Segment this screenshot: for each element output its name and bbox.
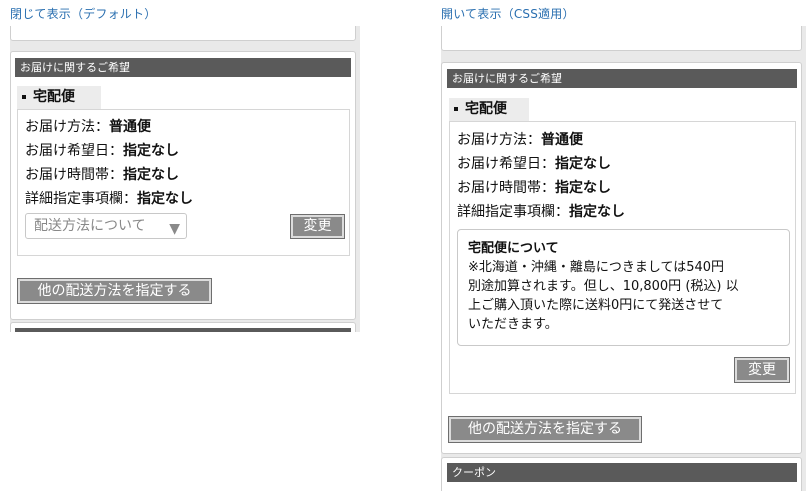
- row-value: 指定なし: [137, 191, 193, 207]
- tab-label: 宅配便: [33, 89, 75, 105]
- row-value: 指定なし: [569, 204, 625, 220]
- tab-takuhaibin[interactable]: 宅配便: [449, 98, 529, 121]
- change-button[interactable]: 変更: [290, 214, 345, 239]
- row-label: お届け希望日：: [457, 156, 555, 172]
- other-method-button[interactable]: 他の配送方法を指定する: [17, 278, 212, 304]
- row-value: 普通便: [109, 119, 151, 135]
- section-header: お届けに関するご希望: [447, 69, 797, 88]
- row-time: お届け時間帯：指定なし: [457, 177, 611, 197]
- change-button[interactable]: 変更: [734, 357, 790, 383]
- tab-label: 宅配便: [465, 101, 507, 117]
- caption-css-applied: 開いて表示（CSS適用）: [441, 7, 575, 21]
- row-time: お届け時間帯：指定なし: [25, 164, 179, 184]
- row-date: お届け希望日：指定なし: [25, 140, 179, 160]
- info-title: 宅配便について: [468, 241, 559, 256]
- row-label: 詳細指定事項欄：: [457, 204, 569, 220]
- row-method: お届け方法：普通便: [457, 129, 583, 149]
- row-value: 指定なし: [555, 180, 611, 196]
- row-notes: 詳細指定事項欄：指定なし: [457, 201, 625, 221]
- previous-section-block: [441, 26, 802, 51]
- preview-collapsed: お届けに関するご希望 宅配便 お届け方法：普通便 お届け希望日：指定なし お届け…: [10, 26, 360, 332]
- shipping-info-panel: 宅配便について ※北海道・沖縄・離島につきましては540円 別途加算されます。但…: [457, 229, 790, 346]
- next-section-block: [10, 322, 356, 332]
- section-header: お届けに関するご希望: [15, 58, 351, 77]
- shipping-info-toggle[interactable]: 配送方法について ▼: [25, 213, 187, 239]
- info-line: 上ご購入頂いた際に送料0円にて発送させて: [468, 298, 724, 313]
- row-label: お届け方法：: [25, 119, 109, 135]
- triangle-down-icon: ▼: [169, 221, 180, 237]
- row-label: お届け希望日：: [25, 143, 123, 159]
- row-notes: 詳細指定事項欄：指定なし: [25, 188, 193, 208]
- tab-takuhaibin[interactable]: 宅配便: [17, 86, 101, 109]
- info-line: いただきます。: [468, 317, 558, 332]
- coupon-header: クーポン: [447, 463, 797, 482]
- row-label: お届け時間帯：: [25, 167, 123, 183]
- row-date: お届け希望日：指定なし: [457, 153, 611, 173]
- square-bullet-icon: [22, 95, 26, 99]
- row-label: お届け時間帯：: [457, 180, 555, 196]
- caption-default: 閉じて表示（デフォルト）: [10, 7, 157, 21]
- row-label: お届け方法：: [457, 132, 541, 148]
- other-method-button[interactable]: 他の配送方法を指定する: [448, 416, 642, 443]
- row-method: お届け方法：普通便: [25, 116, 151, 136]
- preview-expanded: お届けに関するご希望 宅配便 お届け方法：普通便 お届け希望日：指定なし お届け…: [441, 26, 806, 491]
- delivery-details: お届け方法：普通便 お届け希望日：指定なし お届け時間帯：指定なし 詳細指定事項…: [17, 109, 350, 256]
- info-line: ※北海道・沖縄・離島につきましては540円: [468, 260, 725, 275]
- delivery-details: お届け方法：普通便 お届け希望日：指定なし お届け時間帯：指定なし 詳細指定事項…: [449, 121, 796, 394]
- info-line: 別途加算されます。但し、10,800円 (税込) 以: [468, 279, 739, 294]
- row-value: 指定なし: [555, 156, 611, 172]
- row-value: 指定なし: [123, 143, 179, 159]
- previous-section-block: [10, 26, 356, 41]
- next-section-header: [15, 328, 351, 332]
- coupon-section: クーポン: [441, 457, 802, 491]
- row-label: 詳細指定事項欄：: [25, 191, 137, 207]
- row-value: 指定なし: [123, 167, 179, 183]
- square-bullet-icon: [454, 107, 458, 111]
- delivery-section: お届けに関するご希望 宅配便 お届け方法：普通便 お届け希望日：指定なし お届け…: [441, 62, 802, 454]
- toggle-label: 配送方法について: [34, 218, 146, 234]
- row-value: 普通便: [541, 132, 583, 148]
- delivery-section: お届けに関するご希望 宅配便 お届け方法：普通便 お届け希望日：指定なし お届け…: [10, 51, 356, 320]
